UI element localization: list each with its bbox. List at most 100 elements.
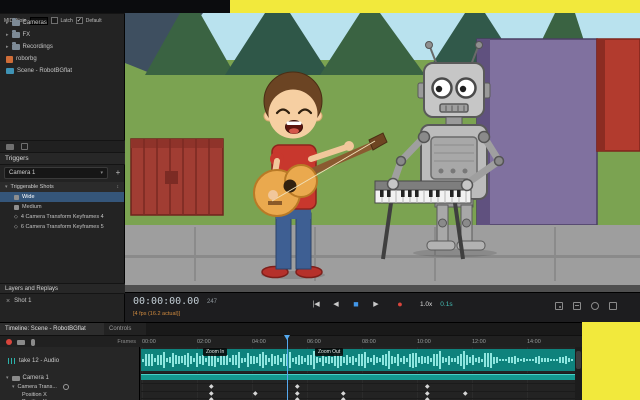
stopwatch-icon[interactable] — [63, 384, 69, 390]
waveform-bar — [295, 357, 297, 364]
waveform-bar — [358, 354, 360, 367]
track-label-camera[interactable]: ▾ Camera 1 — [0, 373, 139, 383]
project-item-fx[interactable]: ▸FX — [0, 29, 124, 41]
waveform-bar — [256, 357, 258, 363]
chevron-down-icon: ▾ — [12, 384, 15, 390]
new-item-icon[interactable] — [21, 143, 28, 150]
track-label-position-x[interactable]: Position X — [0, 391, 139, 398]
chevron-right-icon: ▸ — [6, 20, 9, 26]
timeline-toolbar: Frames 00:0002:0004:0006:0008:0010:0012:… — [0, 335, 582, 347]
timeline-track-area[interactable]: Zoom In Zoom Out take 12 - Audio ▾ Camer… — [0, 347, 582, 400]
play-button[interactable]: ▶ — [370, 300, 382, 308]
keyframe-diamond[interactable]: ◆ — [341, 397, 346, 400]
playback-speed[interactable]: 1.0x — [420, 301, 432, 308]
step-back-button[interactable]: ◀ — [330, 300, 342, 308]
keyframe-diamond[interactable]: ◆ — [295, 397, 300, 400]
record-button[interactable]: ● — [394, 299, 406, 309]
waveform-bar — [523, 358, 525, 362]
track-label-audio[interactable]: take 12 - Audio — [0, 355, 139, 367]
magnet-icon[interactable] — [591, 302, 599, 310]
waveform-bar — [247, 353, 249, 367]
keyframe-diamond[interactable]: ◆ — [209, 384, 214, 391]
keyframe-diamond[interactable]: ◆ — [253, 391, 258, 398]
folder-icon — [12, 20, 20, 26]
camera-track-bar[interactable] — [141, 374, 575, 380]
microphone-icon[interactable] — [31, 339, 35, 346]
chevron-down-icon: ▾ — [5, 184, 8, 190]
timecode-display[interactable]: 00:00:00.00 — [133, 296, 199, 307]
playhead-line[interactable] — [287, 336, 288, 400]
swap-icon[interactable]: ↕ — [117, 184, 120, 190]
keyframe-diamond[interactable]: ◆ — [425, 397, 430, 400]
go-to-start-button[interactable]: |◀ — [310, 300, 322, 308]
waveform-bar — [559, 357, 561, 363]
puppet-icon — [6, 56, 13, 63]
waveform-bar — [277, 355, 279, 365]
camera-select[interactable]: Camera 1 ▾ — [4, 167, 108, 179]
waveform-bar — [157, 355, 159, 366]
marker-zoom-in[interactable]: Zoom In — [203, 348, 227, 356]
waveform-bar — [328, 356, 330, 364]
record-take-icon[interactable] — [6, 339, 12, 345]
snapshot-icon[interactable] — [555, 302, 563, 310]
waveform-bar — [415, 353, 417, 366]
waveform-bar — [325, 357, 327, 363]
trigger-row-medium[interactable]: Medium — [0, 202, 124, 212]
waveform-bar — [529, 359, 531, 361]
trigger-row-keyframes-5[interactable]: ◇6 Camera Transform Keyframes 5 — [0, 222, 124, 232]
settings-icon[interactable] — [609, 302, 617, 310]
stage-viewport[interactable] — [125, 13, 640, 292]
project-item-recordings[interactable]: ▸Recordings — [0, 41, 124, 53]
red-fence — [131, 139, 223, 215]
waveform-bar — [148, 354, 150, 365]
keyframe-diamond[interactable]: ◆ — [463, 391, 468, 398]
waveform-bar — [331, 357, 333, 362]
waveform-bar — [469, 357, 471, 364]
waveform-icon — [8, 358, 16, 364]
trigger-row-wide[interactable]: Wide — [0, 192, 124, 202]
top-bar — [0, 0, 230, 13]
close-icon[interactable]: × — [6, 298, 10, 305]
waveform-bar — [319, 358, 321, 362]
waveform-bar — [172, 353, 174, 367]
stop-button[interactable]: ■ — [350, 299, 362, 309]
timeline-scrollbar[interactable] — [575, 347, 582, 400]
project-item-puppet[interactable]: roborbg — [0, 53, 124, 65]
waveform-bar — [526, 359, 528, 360]
trigger-row-keyframes-4[interactable]: ◇4 Camera Transform Keyframes 4 — [0, 212, 124, 222]
waveform-bar — [292, 358, 294, 363]
waveform-bar — [535, 357, 537, 363]
waveform-bar — [163, 352, 165, 368]
waveform-bar — [472, 355, 474, 365]
camera-icon[interactable] — [17, 340, 25, 345]
replay-item-shot1[interactable]: × Shot 1 — [0, 295, 125, 307]
interval-value[interactable]: 0.1s — [440, 301, 452, 308]
waveform-bar — [385, 354, 387, 366]
frame-counter: 247 — [207, 299, 217, 305]
track-label-transform[interactable]: ▾ Camera Trans... — [0, 383, 139, 391]
trigger-group-row[interactable]: ▾ Triggerable Shots ↕ — [0, 182, 124, 192]
waveform-bar — [355, 358, 357, 361]
waveform-bar — [175, 355, 177, 364]
transport-right-icons — [555, 302, 617, 310]
add-trigger-button[interactable]: + — [113, 167, 123, 179]
waveform-bar — [187, 353, 189, 368]
waveform-bar — [406, 358, 408, 362]
keyframe-diamond[interactable]: ◆ — [295, 384, 300, 391]
waveform-bar — [532, 359, 534, 362]
project-item-cameras[interactable]: ▸Cameras — [0, 17, 124, 29]
marker-zoom-out[interactable]: Zoom Out — [315, 348, 343, 356]
grid-icon[interactable] — [573, 302, 581, 310]
tab-controls[interactable]: Controls — [104, 323, 146, 335]
project-item-scene[interactable]: Scene - RobotBGflat — [0, 65, 124, 77]
new-folder-icon[interactable] — [6, 144, 14, 150]
trigger-row-label: 4 Camera Transform Keyframes 4 — [21, 214, 104, 220]
scrollbar-thumb[interactable] — [576, 351, 581, 369]
waveform-bar — [367, 357, 369, 363]
keyframe-diamond[interactable]: ◆ — [425, 384, 430, 391]
waveform-bar — [403, 356, 405, 363]
keyframe-diamond[interactable]: ◆ — [209, 397, 214, 400]
tab-timeline[interactable]: Timeline: Scene - RobotBGflat — [0, 323, 104, 335]
waveform-bar — [301, 356, 303, 365]
waveform-bar — [460, 354, 462, 366]
